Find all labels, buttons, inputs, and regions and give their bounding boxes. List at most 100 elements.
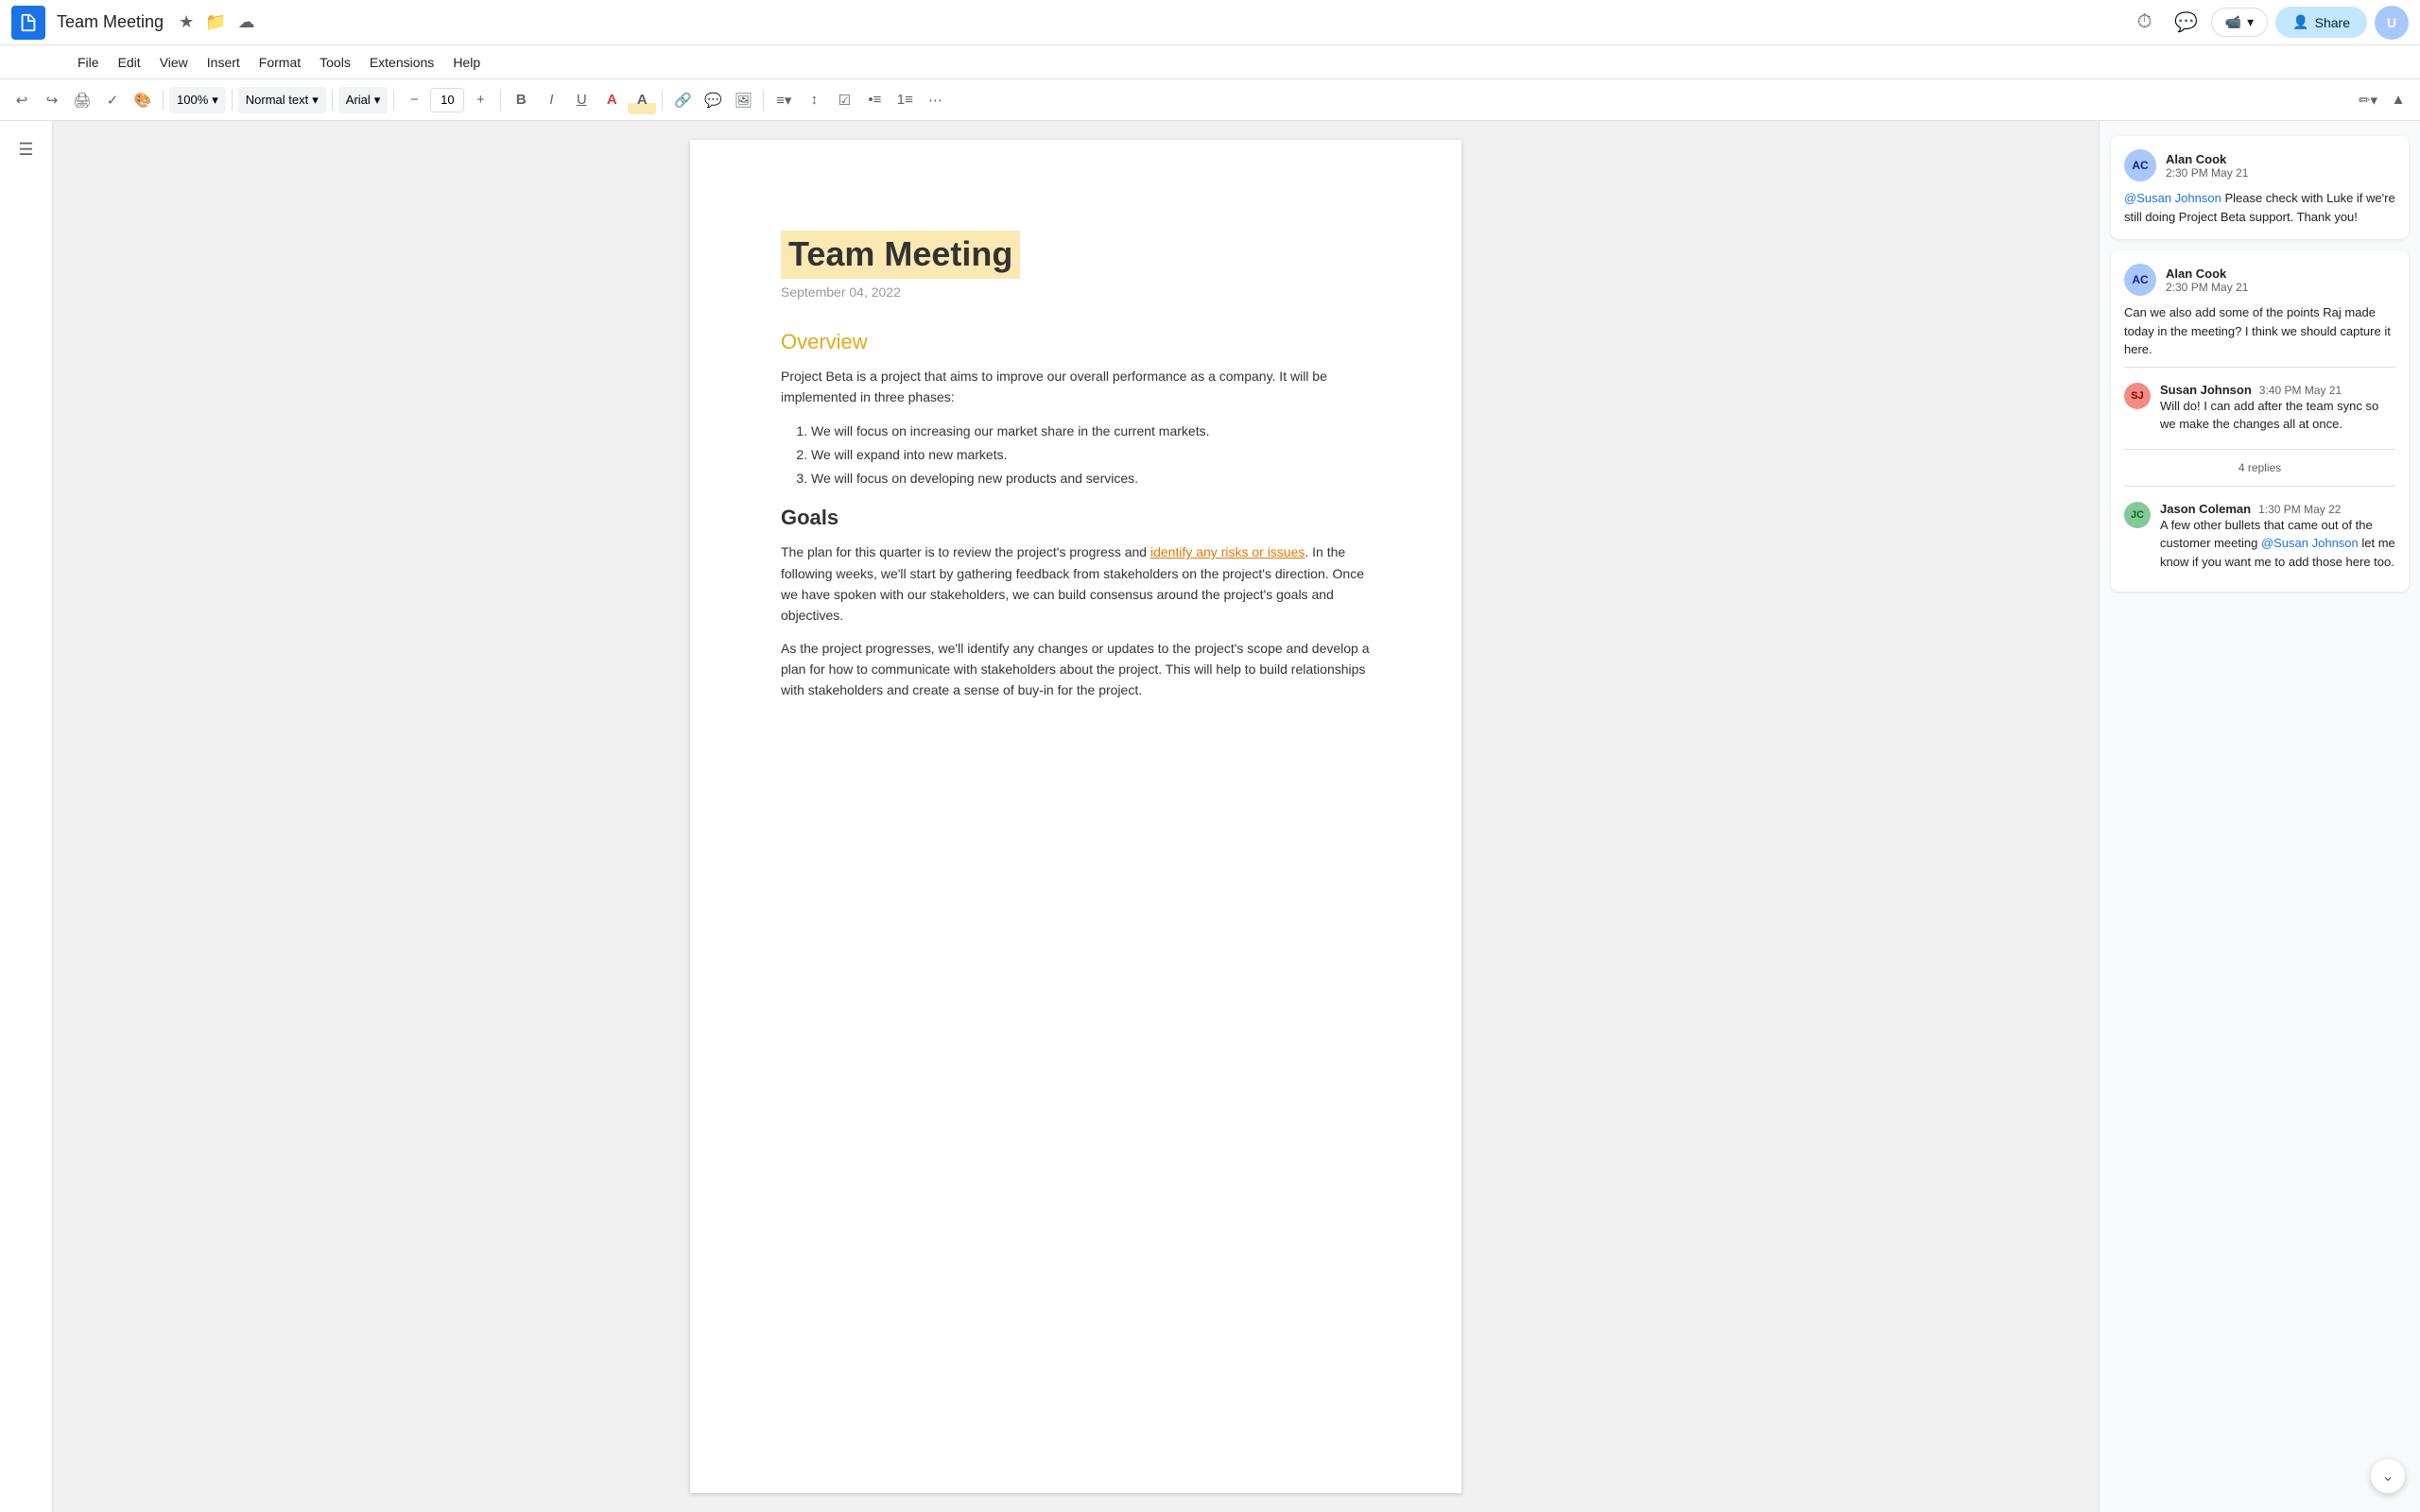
menu-edit[interactable]: Edit (109, 51, 150, 74)
share-label: Share (2315, 15, 2350, 30)
decrease-font-size[interactable]: − (400, 86, 428, 114)
doc-date: September 04, 2022 (781, 284, 1371, 300)
menu-file[interactable]: File (68, 51, 109, 74)
formatting-options-button[interactable]: ✏▾ (2354, 86, 2382, 114)
redo-button[interactable]: ↪ (38, 86, 66, 114)
jason-mention: @Susan Johnson (2261, 536, 2359, 550)
zoom-select[interactable]: 100% ▾ (169, 87, 226, 113)
comment-meta-2: Alan Cook 2:30 PM May 21 (2166, 266, 2248, 294)
list-item-2: We will expand into new markets. (811, 443, 1371, 467)
comment-text-2: Can we also add some of the points Raj m… (2124, 303, 2395, 359)
reply-author-susan: Susan Johnson (2160, 383, 2252, 397)
goals-body-1: The plan for this quarter is to review t… (781, 541, 1371, 627)
meet-button[interactable]: 📹 ▾ (2211, 8, 2268, 37)
comment-card-2: AC Alan Cook 2:30 PM May 21 Can we also … (2111, 250, 2409, 592)
menu-extensions[interactable]: Extensions (360, 51, 443, 74)
goals-highlighted: identify any risks or issues (1150, 544, 1305, 559)
top-right-controls: ⏱ 💬 📹 ▾ 👤 Share U (2128, 6, 2409, 40)
highlight-color-button[interactable]: A (628, 86, 656, 114)
toolbar-divider-1 (163, 90, 164, 111)
font-size-control: − + (400, 86, 494, 114)
comments-sidebar: AC Alan Cook 2:30 PM May 21 @Susan Johns… (2099, 121, 2420, 1512)
comment-avatar-2: AC (2124, 264, 2156, 296)
reply-content-jason: Jason Coleman 1:30 PM May 22 A few other… (2160, 502, 2395, 572)
user-avatar[interactable]: U (2375, 6, 2409, 40)
reply-text-jason: A few other bullets that came out of the… (2160, 516, 2395, 572)
toolbar-divider-2 (232, 90, 233, 111)
main-layout: ☰ Team Meeting September 04, 2022 Overvi… (0, 121, 2420, 1512)
comment-meta-1: Alan Cook 2:30 PM May 21 (2166, 152, 2248, 180)
comment-time-1: 2:30 PM May 21 (2166, 166, 2248, 180)
spell-check-button[interactable]: ✓ (98, 86, 127, 114)
outline-toggle[interactable]: ☰ (9, 132, 43, 166)
list-item-1: We will focus on increasing our market s… (811, 420, 1371, 443)
overview-list: We will focus on increasing our market s… (811, 420, 1371, 491)
italic-button[interactable]: I (537, 86, 565, 114)
reply-text-susan: Will do! I can add after the team sync s… (2160, 397, 2395, 434)
menu-tools[interactable]: Tools (310, 51, 360, 74)
bold-button[interactable]: B (507, 86, 535, 114)
toolbar-divider-4 (393, 90, 394, 111)
text-style-select[interactable]: Normal text ▾ (238, 87, 326, 113)
comment-header-2: AC Alan Cook 2:30 PM May 21 (2124, 264, 2395, 296)
comment-divider-3 (2124, 486, 2395, 487)
meet-icon: 📹 (2225, 14, 2241, 30)
title-bar: Team Meeting ★ 📁 ☁ ⏱ 💬 📹 ▾ 👤 Share U (0, 0, 2420, 45)
folder-icon[interactable]: 📁 (201, 9, 230, 36)
font-size-input[interactable] (430, 88, 464, 112)
goals-body-start: The plan for this quarter is to review t… (781, 544, 1150, 559)
undo-button[interactable]: ↩ (8, 86, 36, 114)
reply-avatar-susan: SJ (2124, 383, 2151, 409)
menu-insert[interactable]: Insert (198, 51, 250, 74)
menu-format[interactable]: Format (250, 51, 310, 74)
document-area: Team Meeting September 04, 2022 Overview… (53, 121, 2099, 1512)
increase-font-size[interactable]: + (466, 86, 494, 114)
comment-avatar-1: AC (2124, 149, 2156, 181)
star-icon[interactable]: ★ (175, 9, 198, 36)
toolbar: ↩ ↪ 🖨 ✓ 🎨 100% ▾ Normal text ▾ Arial ▾ −… (0, 79, 2420, 121)
scroll-to-bottom-button[interactable]: ⌄ (2371, 1459, 2405, 1493)
goals-heading: Goals (781, 506, 1371, 530)
comment-author-1: Alan Cook (2166, 152, 2248, 166)
line-spacing-button[interactable]: ↕ (800, 86, 828, 114)
menu-help[interactable]: Help (443, 51, 490, 74)
share-button[interactable]: 👤 Share (2275, 7, 2367, 38)
print-button[interactable]: 🖨 (68, 86, 96, 114)
font-select[interactable]: Arial ▾ (338, 87, 389, 113)
text-color-button[interactable]: A (597, 86, 626, 114)
reply-time-susan: 3:40 PM May 21 (2259, 384, 2342, 397)
reply-avatar-jason: JC (2124, 502, 2151, 528)
menu-view[interactable]: View (150, 51, 198, 74)
comments-icon[interactable]: 💬 (2169, 6, 2204, 40)
comment-header-1: AC Alan Cook 2:30 PM May 21 (2124, 149, 2395, 181)
cloud-icon[interactable]: ☁ (234, 9, 259, 36)
left-sidebar: ☰ (0, 121, 53, 1512)
comment-button[interactable]: 💬 (699, 86, 727, 114)
numbered-list-button[interactable]: 1≡ (890, 86, 919, 114)
overview-body: Project Beta is a project that aims to i… (781, 366, 1371, 408)
paint-format-button[interactable]: 🎨 (129, 86, 157, 114)
underline-button[interactable]: U (567, 86, 596, 114)
goals-body-2: As the project progresses, we'll identif… (781, 638, 1371, 701)
toolbar-divider-5 (500, 90, 501, 111)
hide-toolbar-button[interactable]: ▲ (2384, 86, 2412, 114)
more-options-button[interactable]: ⋯ (921, 86, 949, 114)
reply-content-susan: Susan Johnson 3:40 PM May 21 Will do! I … (2160, 383, 2395, 434)
align-button[interactable]: ≡▾ (769, 86, 798, 114)
image-button[interactable]: 🖼 (729, 86, 757, 114)
share-icon: 👤 (2292, 14, 2308, 30)
meet-label: ▾ (2247, 14, 2254, 30)
document-title: Team Meeting (57, 12, 164, 32)
app-icon (11, 6, 45, 40)
history-icon[interactable]: ⏱ (2128, 6, 2162, 40)
link-button[interactable]: 🔗 (668, 86, 697, 114)
checklist-button[interactable]: ☑ (830, 86, 858, 114)
reply-time-jason: 1:30 PM May 22 (2258, 503, 2341, 516)
reply-author-jason: Jason Coleman (2160, 502, 2251, 516)
comment-divider-2 (2124, 449, 2395, 450)
reply-card-jason: JC Jason Coleman 1:30 PM May 22 A few ot… (2124, 494, 2395, 579)
document-title-block: Team Meeting (781, 231, 1371, 284)
bullet-list-button[interactable]: •≡ (860, 86, 889, 114)
replies-count: 4 replies (2124, 457, 2395, 478)
document-page: Team Meeting September 04, 2022 Overview… (690, 140, 1461, 1493)
